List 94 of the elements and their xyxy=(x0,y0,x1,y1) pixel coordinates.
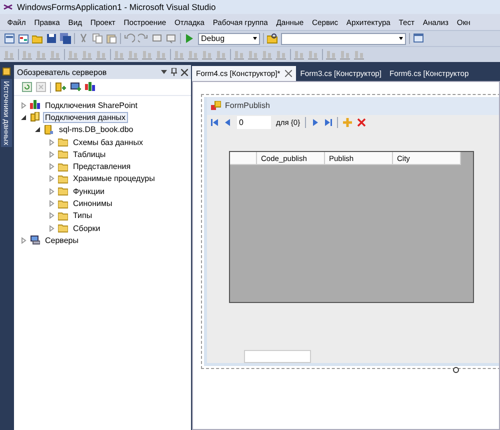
tree-item[interactable]: Серверы xyxy=(43,234,80,246)
expand-arrow-icon[interactable] xyxy=(48,138,55,146)
align-icon[interactable] xyxy=(68,49,79,60)
tree-item[interactable]: Подключения SharePoint xyxy=(43,100,140,111)
expand-arrow-icon[interactable] xyxy=(48,163,55,170)
tree-item[interactable]: Хранимые процедуры xyxy=(71,173,157,184)
position-field[interactable]: 0 xyxy=(237,116,271,129)
expand-arrow-icon[interactable] xyxy=(20,102,27,109)
align-icon[interactable] xyxy=(4,49,15,60)
expand-arrow-icon[interactable] xyxy=(48,150,55,158)
close-icon[interactable] xyxy=(181,68,188,76)
expand-arrow-icon[interactable] xyxy=(48,224,55,232)
resize-handle[interactable] xyxy=(453,367,459,373)
first-record-icon[interactable] xyxy=(211,118,219,127)
new-project-icon[interactable] xyxy=(4,33,15,44)
align-icon[interactable] xyxy=(248,49,259,60)
folder-icon xyxy=(58,210,68,221)
expand-arrow-icon[interactable] xyxy=(48,188,55,195)
app-icon xyxy=(3,4,13,10)
align-icon[interactable] xyxy=(156,49,167,60)
last-record-icon[interactable] xyxy=(324,118,332,127)
tree-item[interactable]: Типы xyxy=(71,210,94,222)
align-icon[interactable] xyxy=(262,49,273,60)
tree-item[interactable]: Представления xyxy=(71,161,133,172)
align-icon[interactable] xyxy=(82,49,93,60)
play-icon[interactable] xyxy=(184,33,195,44)
connect-server-icon[interactable] xyxy=(70,82,81,92)
panel-title: Обозреватель серверов xyxy=(17,68,107,76)
next-record-icon[interactable] xyxy=(311,118,320,127)
find-in-files-icon[interactable] xyxy=(267,33,278,44)
align-icon[interactable] xyxy=(114,49,125,60)
tree-item[interactable]: Подключения данных xyxy=(43,112,128,123)
refresh-icon[interactable] xyxy=(22,82,32,92)
align-icon[interactable] xyxy=(22,49,33,60)
add-icon[interactable] xyxy=(343,118,352,127)
align-icon[interactable] xyxy=(174,49,185,60)
tree-item[interactable]: Синонимы xyxy=(71,198,114,210)
collapse-arrow-icon[interactable] xyxy=(34,126,41,134)
folder-icon xyxy=(58,186,68,196)
align-icon[interactable] xyxy=(216,49,227,60)
folder-icon xyxy=(58,174,68,184)
align-icon[interactable] xyxy=(202,49,213,60)
align-icon[interactable] xyxy=(340,49,351,60)
align-icon[interactable] xyxy=(96,49,107,60)
text-field[interactable] xyxy=(244,350,311,363)
save-icon[interactable] xyxy=(46,33,57,44)
cut-icon[interactable] xyxy=(78,33,89,44)
folder-icon xyxy=(58,198,68,209)
window-title: WindowsFormsApplication1 - Microsoft Visual Studio xyxy=(17,2,216,12)
tree-item[interactable]: Сборки xyxy=(71,222,102,234)
folder-icon xyxy=(58,137,68,148)
align-icon[interactable] xyxy=(354,49,365,60)
align-icon[interactable] xyxy=(234,49,245,60)
tree-item[interactable]: Функции xyxy=(71,186,107,197)
add-item-icon[interactable] xyxy=(18,33,29,44)
save-all-icon[interactable] xyxy=(60,33,71,44)
configuration-dropdown[interactable]: Debug xyxy=(198,32,260,44)
expand-arrow-icon[interactable] xyxy=(48,175,55,182)
dropdown-icon[interactable] xyxy=(161,70,167,74)
align-icon[interactable] xyxy=(276,49,287,60)
tree-item[interactable]: Таблицы xyxy=(71,148,108,160)
redo-icon[interactable] xyxy=(138,33,149,44)
close-icon[interactable] xyxy=(285,70,292,77)
align-icon[interactable] xyxy=(308,49,319,60)
align-icon[interactable] xyxy=(188,49,199,60)
align-icon[interactable] xyxy=(326,49,337,60)
tree-item[interactable]: sql-ms.DB_book.dbo xyxy=(57,124,136,136)
copy-icon[interactable] xyxy=(92,33,103,44)
folder-icon xyxy=(58,223,68,234)
align-icon[interactable] xyxy=(294,49,305,60)
sharepoint-icon xyxy=(30,100,40,110)
form-icon xyxy=(211,101,221,110)
form-title: FormPublish xyxy=(225,101,270,110)
align-icon[interactable] xyxy=(36,49,47,60)
align-icon[interactable] xyxy=(50,49,61,60)
sharepoint-icon[interactable] xyxy=(85,82,95,92)
undo-icon[interactable] xyxy=(124,33,135,44)
folder-icon xyxy=(58,149,68,160)
paste-icon[interactable] xyxy=(106,33,117,44)
tree-item[interactable]: Схемы баз данных xyxy=(71,136,145,148)
expand-arrow-icon[interactable] xyxy=(48,200,55,208)
previous-record-icon[interactable] xyxy=(224,118,232,127)
window-icon[interactable] xyxy=(413,33,424,44)
align-icon[interactable] xyxy=(142,49,153,60)
folder-icon xyxy=(58,162,68,172)
server-icon xyxy=(30,235,40,246)
expand-arrow-icon[interactable] xyxy=(48,212,55,220)
align-icon[interactable] xyxy=(128,49,139,60)
pin-icon[interactable] xyxy=(171,68,177,76)
connect-database-icon[interactable] xyxy=(55,82,66,92)
collapse-arrow-icon[interactable] xyxy=(20,114,27,121)
stop-icon[interactable] xyxy=(36,82,46,92)
delete-icon[interactable] xyxy=(357,118,366,127)
expand-arrow-icon[interactable] xyxy=(20,236,27,244)
